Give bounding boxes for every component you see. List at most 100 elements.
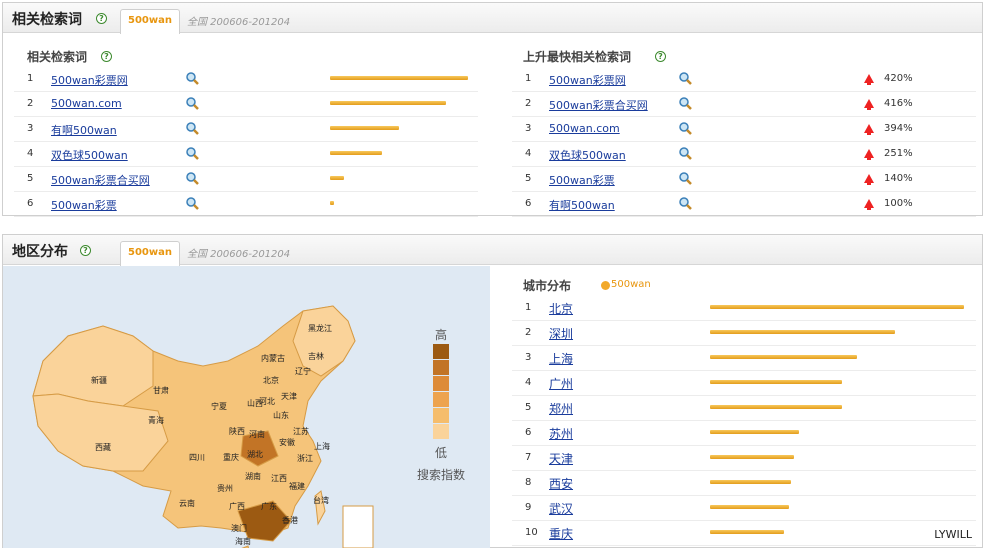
province-label[interactable]: 陕西	[229, 426, 245, 437]
search-icon[interactable]	[186, 72, 199, 85]
change-percent: 100%	[884, 198, 913, 209]
province-label[interactable]: 江苏	[293, 426, 309, 437]
province-label[interactable]: 宁夏	[211, 401, 227, 412]
keyword-link[interactable]: 500wan彩票	[549, 172, 615, 188]
legend-high: 高	[435, 328, 448, 342]
city-link[interactable]: 上海	[549, 350, 573, 367]
province-label[interactable]: 辽宁	[295, 366, 311, 377]
row-rank: 10	[525, 527, 538, 538]
keyword-link[interactable]: 500wan彩票合买网	[51, 172, 150, 188]
province-label[interactable]: 安徽	[279, 437, 295, 448]
row-rank: 5	[525, 173, 532, 184]
province-label[interactable]: 山东	[273, 410, 289, 421]
province-label[interactable]: 四川	[189, 452, 205, 463]
keyword-link[interactable]: 500wan.com	[549, 122, 620, 135]
city-legend-label: 500wan	[611, 279, 651, 290]
province-label[interactable]: 黑龙江	[308, 323, 332, 334]
help-icon[interactable]: ?	[655, 51, 666, 62]
province-label[interactable]: 江西	[271, 473, 287, 484]
search-icon[interactable]	[186, 97, 199, 110]
province-label[interactable]: 海南	[235, 536, 251, 547]
index-bar	[710, 530, 784, 534]
city-link[interactable]: 武汉	[549, 500, 573, 517]
city-link[interactable]: 重庆	[549, 525, 573, 542]
search-icon[interactable]	[186, 172, 199, 185]
related-row: 1 500wan彩票网	[14, 67, 478, 92]
keyword-tab[interactable]: 500wan	[120, 241, 180, 266]
province-label[interactable]: 上海	[314, 441, 330, 452]
index-bar	[330, 176, 344, 180]
keyword-tab[interactable]: 500wan	[120, 9, 180, 34]
search-icon[interactable]	[679, 97, 692, 110]
province-label[interactable]: 天津	[281, 391, 297, 402]
province-label[interactable]: 贵州	[217, 483, 233, 494]
search-icon[interactable]	[679, 172, 692, 185]
province-label[interactable]: 甘肃	[153, 385, 169, 396]
keyword-link[interactable]: 有啊500wan	[549, 197, 615, 213]
province-label[interactable]: 香港	[282, 515, 298, 526]
city-legend-dot	[601, 281, 610, 290]
province-label[interactable]: 湖北	[247, 449, 263, 460]
search-icon[interactable]	[679, 147, 692, 160]
row-rank: 1	[525, 73, 532, 84]
index-bar	[710, 405, 843, 409]
city-link[interactable]: 西安	[549, 475, 573, 492]
legend-swatch	[433, 344, 449, 359]
keyword-link[interactable]: 双色球500wan	[549, 147, 626, 163]
help-icon[interactable]: ?	[101, 51, 112, 62]
city-row: 7 天津	[512, 446, 976, 471]
city-link[interactable]: 天津	[549, 450, 573, 467]
province-label[interactable]: 台湾	[313, 495, 329, 506]
city-list-title: 城市分布	[523, 279, 572, 293]
row-rank: 6	[525, 427, 532, 438]
region-panel: 地区分布 ? 500wan 全国 200606-201204 黑龙江吉林辽宁 内蒙…	[2, 234, 983, 548]
help-icon[interactable]: ?	[96, 13, 107, 24]
watermark: LYWILL	[934, 528, 972, 541]
help-icon[interactable]: ?	[80, 245, 91, 256]
keyword-link[interactable]: 双色球500wan	[51, 147, 128, 163]
keyword-link[interactable]: 500wan.com	[51, 97, 122, 110]
search-icon[interactable]	[186, 147, 199, 160]
province-label[interactable]: 澳门	[231, 523, 247, 534]
province-label[interactable]: 内蒙古	[261, 353, 285, 364]
index-bar	[330, 101, 446, 105]
search-icon[interactable]	[679, 197, 692, 210]
keyword-link[interactable]: 500wan彩票合买网	[549, 97, 648, 113]
row-rank: 2	[525, 98, 532, 109]
province-label[interactable]: 河南	[249, 429, 265, 440]
search-icon[interactable]	[679, 72, 692, 85]
keyword-link[interactable]: 500wan彩票网	[51, 72, 128, 88]
city-link[interactable]: 北京	[549, 300, 573, 317]
row-rank: 6	[27, 198, 34, 209]
keyword-link[interactable]: 500wan彩票	[51, 197, 117, 213]
rising-row: 4 双色球500wan 251%	[512, 142, 976, 167]
province-label[interactable]: 湖南	[245, 471, 261, 482]
city-link[interactable]: 郑州	[549, 400, 573, 417]
keyword-link[interactable]: 500wan彩票网	[549, 72, 626, 88]
province-label[interactable]: 北京	[263, 375, 279, 386]
keyword-link[interactable]: 有啊500wan	[51, 122, 117, 138]
province-label[interactable]: 广东	[261, 501, 277, 512]
legend-caption: 搜索指数	[417, 468, 466, 482]
china-map[interactable]: 黑龙江 吉林 辽宁 内蒙古 北京 天津 河北 山西 山东 新疆 甘肃 宁夏 陕西 河南 江苏 安徽 上海 青海 西藏…	[3, 266, 490, 548]
search-icon[interactable]	[186, 122, 199, 135]
scope-label: 全国 200606-201204	[187, 249, 291, 260]
province-label[interactable]: 新疆	[91, 375, 107, 386]
province-label[interactable]: 青海	[148, 415, 164, 426]
province-label[interactable]: 重庆	[223, 452, 239, 463]
province-label[interactable]: 山西	[247, 398, 263, 409]
search-icon[interactable]	[186, 197, 199, 210]
panel-title: 地区分布	[12, 244, 68, 260]
province-label[interactable]: 西藏	[95, 442, 111, 453]
panel-header: 地区分布 ? 500wan 全国 200606-201204	[3, 235, 982, 266]
city-link[interactable]: 苏州	[549, 425, 573, 442]
search-icon[interactable]	[679, 122, 692, 135]
province-label[interactable]: 福建	[289, 481, 305, 492]
province-label[interactable]: 浙江	[297, 453, 313, 464]
province-label[interactable]: 云南	[179, 498, 195, 509]
province-label[interactable]: 广西	[229, 501, 245, 512]
city-link[interactable]: 深圳	[549, 325, 573, 342]
province-label[interactable]: 吉林	[308, 351, 324, 362]
city-link[interactable]: 广州	[549, 375, 573, 392]
row-rank: 3	[525, 352, 532, 363]
